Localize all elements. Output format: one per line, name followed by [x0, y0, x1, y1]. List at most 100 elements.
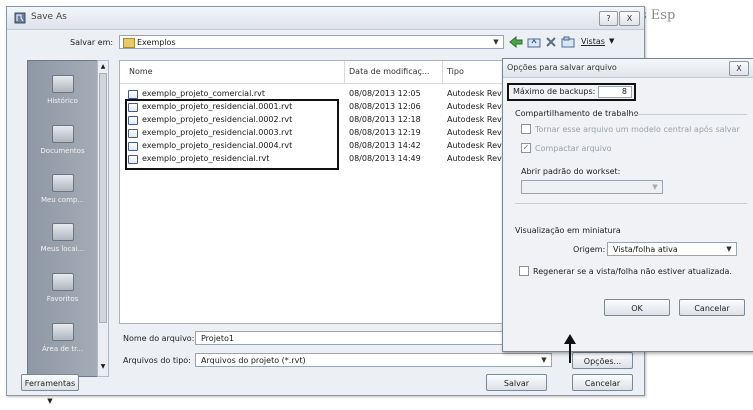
scroll-thumb[interactable] [99, 73, 107, 323]
filename-input[interactable]: Projeto1 [195, 331, 504, 345]
place-label: Histórico [47, 97, 78, 105]
filetype-value: Arquivos do projeto (*.rvt) [201, 356, 306, 365]
place-label: Favoritos [46, 295, 79, 303]
tools-label: Ferramentas [24, 379, 76, 388]
network-icon [51, 223, 74, 241]
chevron-down-icon: ▼ [47, 397, 53, 405]
file-date: 08/08/2013 12:06 [349, 102, 421, 111]
filetype-dropdown[interactable]: Arquivos do projeto (*.rvt) ▼ [195, 353, 552, 367]
place-label: Documentos [40, 147, 85, 155]
options-title-bar: Opções para salvar arquivo X [503, 59, 753, 78]
file-type: Autodesk Rev [447, 128, 502, 137]
regenerate-label: Regenerar se a vista/folha não estiver a… [533, 267, 732, 276]
column-separator [442, 61, 443, 83]
open-workset-label: Abrir padrão do workset: [521, 167, 621, 176]
title-bar: Save As ? X [7, 7, 644, 30]
header-divider [120, 83, 510, 84]
chevron-down-icon: ▼ [493, 38, 499, 46]
up-folder-icon[interactable] [527, 36, 541, 48]
place-label: Meu comp... [40, 196, 85, 204]
central-model-label: Tornar esse arquivo um modelo central ap… [535, 125, 740, 134]
new-folder-icon[interactable] [561, 36, 575, 48]
file-type: Autodesk Rev [447, 89, 502, 98]
file-date: 08/08/2013 14:42 [349, 141, 421, 150]
save-in-dropdown[interactable]: Exemplos ▼ [119, 35, 504, 49]
chevron-down-icon: ▼ [726, 245, 732, 253]
delete-icon[interactable] [545, 36, 557, 48]
rvt-file-icon [128, 90, 138, 99]
file-date: 08/08/2013 12:19 [349, 128, 421, 137]
places-bar: Histórico Documentos Meu comp... Meus lo… [27, 60, 98, 377]
thumbnail-label: Visualização em miniatura [515, 226, 621, 235]
dialog-title: Save As [31, 12, 67, 22]
filetype-label: Arquivos do tipo: [123, 356, 191, 365]
scroll-up-arrow-icon[interactable]: ▲ [99, 63, 107, 71]
regenerate-checkbox[interactable] [519, 266, 529, 276]
filename-value: Projeto1 [201, 334, 234, 343]
column-type[interactable]: Tipo [447, 67, 464, 76]
place-my-computer[interactable]: Meu comp... [28, 174, 97, 204]
close-button[interactable]: X [619, 11, 640, 26]
options-cancel-button[interactable]: Cancelar [679, 299, 745, 316]
place-history[interactable]: Histórico [28, 75, 97, 105]
source-value: Vista/folha ativa [613, 245, 678, 254]
ok-button[interactable]: OK [604, 299, 670, 316]
save-options-dialog: Opções para salvar arquivo X Máximo de b… [502, 58, 753, 352]
revit-app-icon [14, 12, 26, 24]
compact-label: Compactar arquivo [535, 144, 612, 153]
history-icon [51, 75, 74, 93]
folder-icon [123, 38, 135, 48]
file-date: 08/08/2013 12:05 [349, 89, 421, 98]
cancel-button[interactable]: Cancelar [572, 374, 633, 391]
file-date: 08/08/2013 14:49 [349, 154, 421, 163]
max-backups-label: Máximo de backups: [513, 87, 596, 96]
file-type: Autodesk Rev [447, 141, 502, 150]
help-button[interactable]: ? [599, 11, 618, 26]
file-name: exemplo_projeto_comercial.rvt [142, 89, 266, 98]
place-network[interactable]: Meus locai... [28, 223, 97, 253]
save-button[interactable]: Salvar [486, 374, 547, 391]
options-title: Opções para salvar arquivo [507, 63, 617, 72]
views-menu[interactable]: Vistas [581, 37, 605, 46]
place-desktop[interactable]: Área de tr... [28, 323, 97, 353]
central-model-checkbox[interactable] [521, 124, 531, 134]
computer-icon [51, 174, 74, 192]
column-separator [344, 61, 345, 83]
open-workset-dropdown[interactable]: ▼ [521, 180, 663, 194]
file-type: Autodesk Rev [447, 154, 502, 163]
worksharing-label: Compartilhamento de trabalho [515, 109, 639, 118]
tools-dropdown[interactable]: Ferramentas ▼ [21, 374, 79, 405]
options-button[interactable]: Opções... [572, 352, 633, 369]
place-label: Área de tr... [42, 345, 83, 353]
divider [515, 203, 747, 204]
file-date: 08/08/2013 12:18 [349, 115, 421, 124]
save-in-label: Salvar em: [70, 38, 114, 47]
divider [633, 114, 747, 115]
place-documents[interactable]: Documentos [28, 125, 97, 155]
back-arrow-icon[interactable] [509, 36, 523, 48]
options-close-button[interactable]: X [729, 61, 749, 76]
file-type: Autodesk Rev [447, 115, 502, 124]
file-list: Nome Data de modificaç... Tipo exemplo_p… [119, 60, 511, 324]
backup-files-callout [125, 99, 339, 170]
desktop-icon [51, 323, 74, 341]
chevron-down-icon: ▼ [652, 183, 658, 191]
max-backups-input[interactable]: 8 [598, 86, 632, 98]
scroll-down-arrow-icon[interactable]: ▼ [99, 363, 107, 371]
place-favorites[interactable]: Favoritos [28, 273, 97, 303]
places-scrollbar[interactable]: ▲ ▼ [97, 60, 109, 377]
favorites-icon [51, 273, 74, 291]
annotation-arrow-icon [564, 334, 576, 363]
place-label: Meus locai... [40, 245, 85, 253]
compact-checkbox[interactable]: ✓ [521, 143, 531, 153]
column-name[interactable]: Nome [129, 67, 153, 76]
save-in-value: Exemplos [137, 38, 176, 47]
chevron-down-icon: ▼ [541, 356, 547, 364]
column-date[interactable]: Data de modificaç... [349, 67, 430, 76]
filename-label: Nome do arquivo: [123, 334, 195, 343]
views-chevron-down-icon[interactable]: ▼ [609, 37, 614, 45]
source-label: Origem: [573, 245, 606, 254]
documents-icon [51, 125, 74, 143]
file-type: Autodesk Rev [447, 102, 502, 111]
source-dropdown[interactable]: Vista/folha ativa ▼ [607, 242, 737, 256]
